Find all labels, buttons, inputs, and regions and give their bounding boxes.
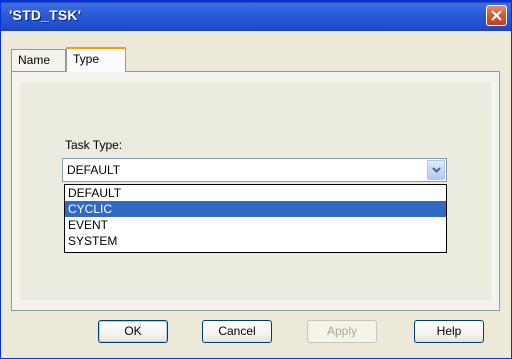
option-system[interactable]: SYSTEM bbox=[65, 233, 446, 249]
close-icon bbox=[491, 10, 502, 21]
option-cyclic[interactable]: CYCLIC bbox=[65, 201, 446, 217]
tab-type[interactable]: Type bbox=[66, 47, 126, 72]
dropdown-button[interactable] bbox=[427, 160, 445, 180]
task-type-dropdown-list: DEFAULT CYCLIC EVENT SYSTEM bbox=[64, 184, 447, 253]
option-event[interactable]: EVENT bbox=[65, 217, 446, 233]
apply-button[interactable]: Apply bbox=[307, 320, 377, 343]
chevron-down-icon bbox=[432, 167, 441, 173]
option-default[interactable]: DEFAULT bbox=[65, 185, 446, 201]
tab-name[interactable]: Name bbox=[11, 49, 66, 71]
title-bar[interactable]: 'STD_TSK' bbox=[1, 1, 511, 31]
cancel-button[interactable]: Cancel bbox=[202, 320, 272, 343]
dialog-window: 'STD_TSK' Name Type Task Type: DEFAULT D… bbox=[0, 0, 512, 359]
help-button[interactable]: Help bbox=[414, 320, 484, 343]
task-type-selected-value: DEFAULT bbox=[67, 163, 121, 177]
task-type-combobox[interactable]: DEFAULT bbox=[62, 158, 447, 182]
window-title: 'STD_TSK' bbox=[9, 7, 82, 23]
close-button[interactable] bbox=[486, 5, 507, 26]
task-type-label: Task Type: bbox=[65, 138, 123, 152]
ok-button[interactable]: OK bbox=[98, 320, 168, 343]
